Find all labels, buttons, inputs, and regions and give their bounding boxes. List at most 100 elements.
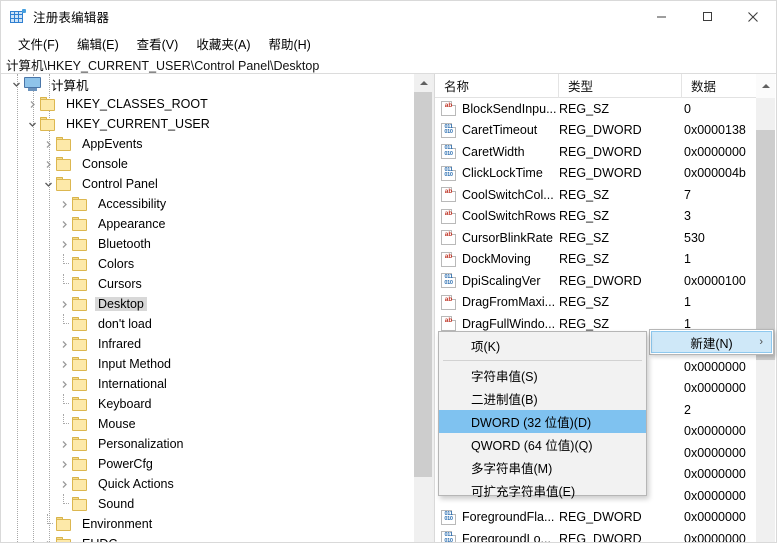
- chevron-right-icon[interactable]: [40, 134, 56, 154]
- submenu-item-label: 二进制值(B): [471, 393, 538, 407]
- tree-scroll-up-button[interactable]: [414, 74, 432, 92]
- value-data-cell: 0: [684, 101, 691, 116]
- value-name-label: CaretTimeout: [462, 123, 538, 138]
- value-row[interactable]: ab DragFromMaxi... REG_SZ 1: [435, 292, 756, 314]
- folder-icon: [72, 257, 89, 271]
- menu-help-label: 帮助(H): [268, 37, 311, 52]
- tree-node[interactable]: Personalization: [2, 434, 412, 454]
- minimize-button[interactable]: [638, 1, 684, 32]
- folder-icon: [56, 537, 73, 542]
- chevron-right-icon[interactable]: [56, 474, 72, 494]
- column-header-name[interactable]: 名称: [435, 74, 559, 98]
- tree-node[interactable]: HKEY_CLASSES_ROOT: [2, 94, 412, 114]
- tree-node[interactable]: Sound: [2, 494, 412, 514]
- close-button[interactable]: [730, 1, 776, 32]
- submenu-item-label: DWORD (32 位值)(D): [471, 416, 592, 430]
- tree-node[interactable]: Infrared: [2, 334, 412, 354]
- menu-help[interactable]: 帮助(H): [259, 32, 319, 56]
- value-row[interactable]: ab CursorBlinkRate REG_SZ 530: [435, 227, 756, 249]
- menu-file[interactable]: 文件(F): [9, 32, 68, 56]
- chevron-right-icon[interactable]: [56, 374, 72, 394]
- chevron-right-icon[interactable]: [24, 94, 40, 114]
- tree-node[interactable]: Accessibility: [2, 194, 412, 214]
- chevron-right-icon[interactable]: [56, 214, 72, 234]
- folder-icon: [72, 397, 89, 411]
- submenu-item[interactable]: 多字符串值(M): [439, 456, 646, 479]
- tree-node[interactable]: Control Panel: [2, 174, 412, 194]
- value-name-label: ClickLockTime: [462, 166, 543, 181]
- menu-item-new[interactable]: 新建(N) ›: [651, 331, 772, 353]
- chevron-right-icon[interactable]: [56, 294, 72, 314]
- chevron-down-icon[interactable]: [8, 74, 24, 94]
- value-row[interactable]: 011 010 CaretWidth REG_DWORD 0x0000000: [435, 141, 756, 163]
- value-row[interactable]: ab BlockSendInpu... REG_SZ 0: [435, 98, 756, 120]
- tree-node-label: AppEvents: [82, 137, 143, 151]
- address-bar[interactable]: 计算机\HKEY_CURRENT_USER\Control Panel\Desk…: [1, 55, 776, 74]
- tree-node[interactable]: Console: [2, 154, 412, 174]
- tree-node[interactable]: HKEY_CURRENT_USER: [2, 114, 412, 134]
- submenu-item[interactable]: QWORD (64 位值)(Q): [439, 433, 646, 456]
- submenu-item[interactable]: 字符串值(S): [439, 364, 646, 387]
- menu-view[interactable]: 查看(V): [128, 32, 188, 56]
- value-row[interactable]: ab DockMoving REG_SZ 1: [435, 249, 756, 271]
- column-header-type[interactable]: 类型: [559, 74, 682, 98]
- chevron-right-icon[interactable]: [56, 434, 72, 454]
- tree-node[interactable]: Environment: [2, 514, 412, 534]
- tree-node[interactable]: Mouse: [2, 414, 412, 434]
- tree-node[interactable]: PowerCfg: [2, 454, 412, 474]
- chevron-right-icon[interactable]: [56, 454, 72, 474]
- tree-node[interactable]: Desktop: [2, 294, 412, 314]
- registry-editor-icon: [10, 8, 26, 25]
- column-header-data[interactable]: 数据: [682, 74, 762, 98]
- value-row[interactable]: ab CoolSwitchRows REG_SZ 3: [435, 206, 756, 228]
- tree-node[interactable]: Appearance: [2, 214, 412, 234]
- tree-node[interactable]: Quick Actions: [2, 474, 412, 494]
- tree-node[interactable]: 计算机: [2, 74, 412, 94]
- submenu-item[interactable]: 二进制值(B): [439, 387, 646, 410]
- tree-node[interactable]: don't load: [2, 314, 412, 334]
- value-data-cell: 0x0000000: [684, 488, 746, 503]
- value-row[interactable]: 011 010 DpiScalingVer REG_DWORD 0x0000100: [435, 270, 756, 292]
- submenu-item[interactable]: DWORD (32 位值)(D): [439, 410, 646, 433]
- tree-node[interactable]: Input Method: [2, 354, 412, 374]
- dword-value-icon: 011 010: [441, 165, 456, 181]
- chevron-right-icon[interactable]: [40, 534, 56, 542]
- chevron-right-icon[interactable]: [56, 334, 72, 354]
- value-scroll-up-button[interactable]: [756, 74, 775, 98]
- value-row[interactable]: ab CoolSwitchCol... REG_SZ 7: [435, 184, 756, 206]
- string-value-icon: ab: [441, 101, 456, 117]
- value-row[interactable]: 011 010 ForegroundFla... REG_DWORD 0x0000000: [435, 507, 756, 529]
- chevron-right-icon[interactable]: [40, 154, 56, 174]
- value-scroll-thumb[interactable]: [756, 130, 775, 360]
- submenu-item[interactable]: 可扩充字符串值(E): [439, 479, 646, 502]
- chevron-right-icon[interactable]: [56, 194, 72, 214]
- tree-node[interactable]: Keyboard: [2, 394, 412, 414]
- tree-node[interactable]: International: [2, 374, 412, 394]
- folder-icon: [56, 177, 73, 191]
- registry-editor-window: 注册表编辑器 文件(F) 编辑(E) 查看(V) 收藏夹(A) 帮助(H) 计算…: [0, 0, 777, 543]
- tree-node[interactable]: AppEvents: [2, 134, 412, 154]
- value-name-label: DpiScalingVer: [462, 273, 541, 288]
- submenu-item[interactable]: 项(K): [439, 334, 646, 357]
- string-value-icon: ab: [441, 208, 456, 224]
- menu-edit[interactable]: 编辑(E): [68, 32, 128, 56]
- tree-node[interactable]: Cursors: [2, 274, 412, 294]
- value-row[interactable]: 011 010 ForegroundLo... REG_DWORD 0x0000000: [435, 528, 756, 542]
- tree-node[interactable]: EUDC: [2, 534, 412, 542]
- column-header-data-label: 数据: [691, 80, 717, 94]
- tree-node[interactable]: Colors: [2, 254, 412, 274]
- chevron-right-icon[interactable]: [56, 354, 72, 374]
- value-row[interactable]: 011 010 CaretTimeout REG_DWORD 0x0000138: [435, 120, 756, 142]
- chevron-down-icon[interactable]: [40, 174, 56, 194]
- menu-favorites[interactable]: 收藏夹(A): [187, 32, 259, 56]
- tree-vertical-scrollbar[interactable]: [413, 74, 432, 542]
- submenu-item-label: QWORD (64 位值)(Q): [471, 439, 593, 453]
- value-vertical-scrollbar[interactable]: [756, 98, 775, 542]
- chevron-right-icon[interactable]: [56, 234, 72, 254]
- tree-scroll-thumb[interactable]: [414, 92, 432, 477]
- maximize-button[interactable]: [684, 1, 730, 32]
- menu-item-new-label: 新建(N): [690, 336, 733, 351]
- value-row[interactable]: 011 010 ClickLockTime REG_DWORD 0x000004b: [435, 163, 756, 185]
- chevron-down-icon[interactable]: [24, 114, 40, 134]
- tree-node[interactable]: Bluetooth: [2, 234, 412, 254]
